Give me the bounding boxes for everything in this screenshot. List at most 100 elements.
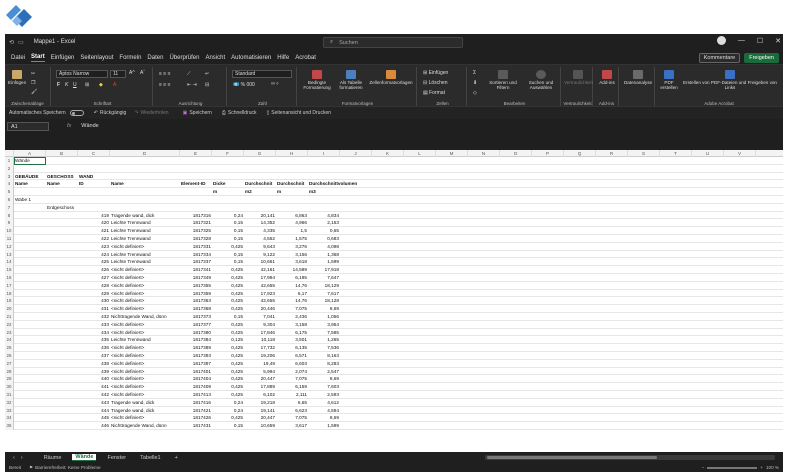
column-header[interactable]: R [596, 150, 628, 157]
sensitivity-button[interactable]: Vertraulichkeit [564, 70, 593, 85]
minimize-button[interactable]: — [738, 37, 745, 44]
sheet-tab-fenster[interactable]: Fenster [104, 455, 129, 461]
wall-id-cell[interactable]: 425 [79, 258, 109, 266]
sheet-tab-waende[interactable]: Wände [72, 454, 97, 461]
thickness-cell[interactable]: 0,15 [213, 258, 243, 266]
row-header[interactable]: 28 [5, 367, 14, 376]
area-cell[interactable]: 42,161 [245, 266, 275, 274]
wall-name-cell[interactable]: Nichttragende Wand, dünn [111, 422, 191, 430]
autosum-icon[interactable]: Σ [473, 70, 476, 76]
volume-cell[interactable]: 1,265 [309, 336, 339, 344]
height-cell[interactable]: 3,501 [277, 336, 307, 344]
area-cell[interactable]: 42,655 [245, 282, 275, 290]
wall-name-cell[interactable]: Nichttragende Wand, dünn [111, 313, 191, 321]
sheet-tab-tabelle1[interactable]: Tabelle1 [137, 455, 164, 461]
height-cell[interactable]: 3,618 [277, 258, 307, 266]
wall-name-cell[interactable]: Leichte Trennwand [111, 336, 191, 344]
element-id-cell[interactable]: 1817380 [181, 329, 211, 337]
height-cell[interactable]: 14,76 [277, 297, 307, 305]
wall-name-cell[interactable]: <nicht definiert> [111, 274, 191, 282]
row-header[interactable]: 27 [5, 359, 14, 368]
sort-filter-button[interactable]: Sortieren und Filtern [485, 70, 521, 90]
row-header[interactable]: 18 [5, 289, 14, 298]
delete-cells-button[interactable]: ⊟ Löschen [423, 80, 448, 86]
element-id-cell[interactable]: 1817421 [181, 407, 211, 415]
element-id-cell[interactable]: 1817393 [181, 352, 211, 360]
format-as-table-button[interactable]: Als Tabelle formatieren [335, 70, 367, 90]
column-header[interactable]: T [660, 150, 692, 157]
unit-cell[interactable]: m3 [309, 188, 389, 196]
row-header[interactable]: 9 [5, 219, 14, 228]
search-box[interactable]: ⌕ Suchen [323, 37, 463, 48]
thickness-cell[interactable]: 0,425 [213, 391, 243, 399]
wall-id-cell[interactable]: 442 [79, 391, 109, 399]
border-icon[interactable]: ⊞ [85, 82, 89, 88]
bold-icon[interactable]: F [57, 82, 60, 88]
cut-icon[interactable]: ✂ [31, 71, 35, 77]
wall-name-cell[interactable]: Tragende wand, dick [111, 399, 191, 407]
create-share-pdf-button[interactable]: Erstellen von PDF-Dateien und Freigeben … [683, 70, 777, 90]
volume-cell[interactable]: 7,585 [309, 329, 339, 337]
row-header[interactable]: 4 [5, 180, 14, 189]
column-header[interactable]: G [244, 150, 276, 157]
element-id-cell[interactable]: 1817389 [181, 344, 211, 352]
element-id-cell[interactable]: 1817426 [181, 414, 211, 422]
height-cell[interactable]: 1,5 [277, 227, 307, 235]
thickness-cell[interactable]: 0,425 [213, 266, 243, 274]
copy-icon[interactable]: ❐ [31, 80, 35, 86]
height-cell[interactable]: 6,159 [277, 383, 307, 391]
undo-button[interactable]: Rückgängig [100, 110, 126, 116]
area-cell[interactable]: 20,141 [245, 212, 275, 220]
row-header[interactable]: 24 [5, 336, 14, 345]
wall-name-cell[interactable]: <nicht definiert> [111, 360, 191, 368]
row-header[interactable]: 34 [5, 414, 14, 423]
volume-cell[interactable]: 1,368 [309, 251, 339, 259]
thickness-cell[interactable]: 0,425 [213, 282, 243, 290]
decimal-icon[interactable]: ⁰⁰ ⁰ [271, 82, 278, 88]
volume-cell[interactable]: 1,599 [309, 422, 339, 430]
row-header[interactable]: 13 [5, 250, 14, 259]
column-header[interactable]: P [532, 150, 564, 157]
area-cell[interactable]: 20,447 [245, 375, 275, 383]
zoom-in-icon[interactable]: + [760, 465, 763, 470]
thickness-cell[interactable]: 0,125 [213, 336, 243, 344]
height-cell[interactable]: 7,075 [277, 305, 307, 313]
wall-id-cell[interactable]: 428 [79, 282, 109, 290]
wall-id-cell[interactable]: 433 [79, 321, 109, 329]
wall-id-cell[interactable]: 426 [79, 266, 109, 274]
wall-name-cell[interactable]: <nicht definiert> [111, 391, 191, 399]
element-id-cell[interactable]: 1817359 [181, 290, 211, 298]
wall-id-cell[interactable]: 435 [79, 336, 109, 344]
thickness-cell[interactable]: 0,425 [213, 329, 243, 337]
wall-id-cell[interactable]: 432 [79, 313, 109, 321]
thickness-cell[interactable]: 0,15 [213, 227, 243, 235]
wall-name-cell[interactable]: Leichte Trennwand [111, 251, 191, 259]
font-name-select[interactable]: Aptos Narrow [56, 70, 108, 78]
height-cell[interactable]: 1,575 [277, 235, 307, 243]
element-id-cell[interactable]: 1817328 [181, 235, 211, 243]
merge-icon[interactable]: ⊟ [205, 82, 209, 88]
addins-button[interactable]: Add-ins [596, 70, 618, 85]
save-icon[interactable]: ▭ [18, 39, 24, 46]
fill-icon[interactable]: ⬇ [473, 80, 477, 86]
wall-id-cell[interactable]: 420 [79, 219, 109, 227]
tab-start[interactable]: Start [31, 53, 45, 62]
thickness-cell[interactable]: 0,425 [213, 243, 243, 251]
height-cell[interactable]: 6,863 [277, 212, 307, 220]
volume-cell[interactable]: 18,129 [309, 282, 339, 290]
volume-cell[interactable]: 7,603 [309, 383, 339, 391]
element-id-cell[interactable]: 1817404 [181, 375, 211, 383]
wall-name-cell[interactable]: <nicht definiert> [111, 290, 191, 298]
column-header[interactable]: S [628, 150, 660, 157]
wall-id-cell[interactable]: 446 [79, 422, 109, 430]
row-header[interactable]: 1 [5, 157, 14, 165]
wall-name-cell[interactable]: <nicht definiert> [111, 305, 191, 313]
column-header[interactable]: M [436, 150, 468, 157]
clear-icon[interactable]: ◇ [473, 90, 477, 96]
column-header[interactable]: H [276, 150, 308, 157]
wall-name-cell[interactable]: Leichte Trennwand [111, 227, 191, 235]
sheet-tab-raeume[interactable]: Räume [41, 455, 65, 461]
close-button[interactable]: ✕ [775, 37, 781, 45]
thickness-cell[interactable]: 0,425 [213, 344, 243, 352]
area-cell[interactable]: 20,447 [245, 414, 275, 422]
